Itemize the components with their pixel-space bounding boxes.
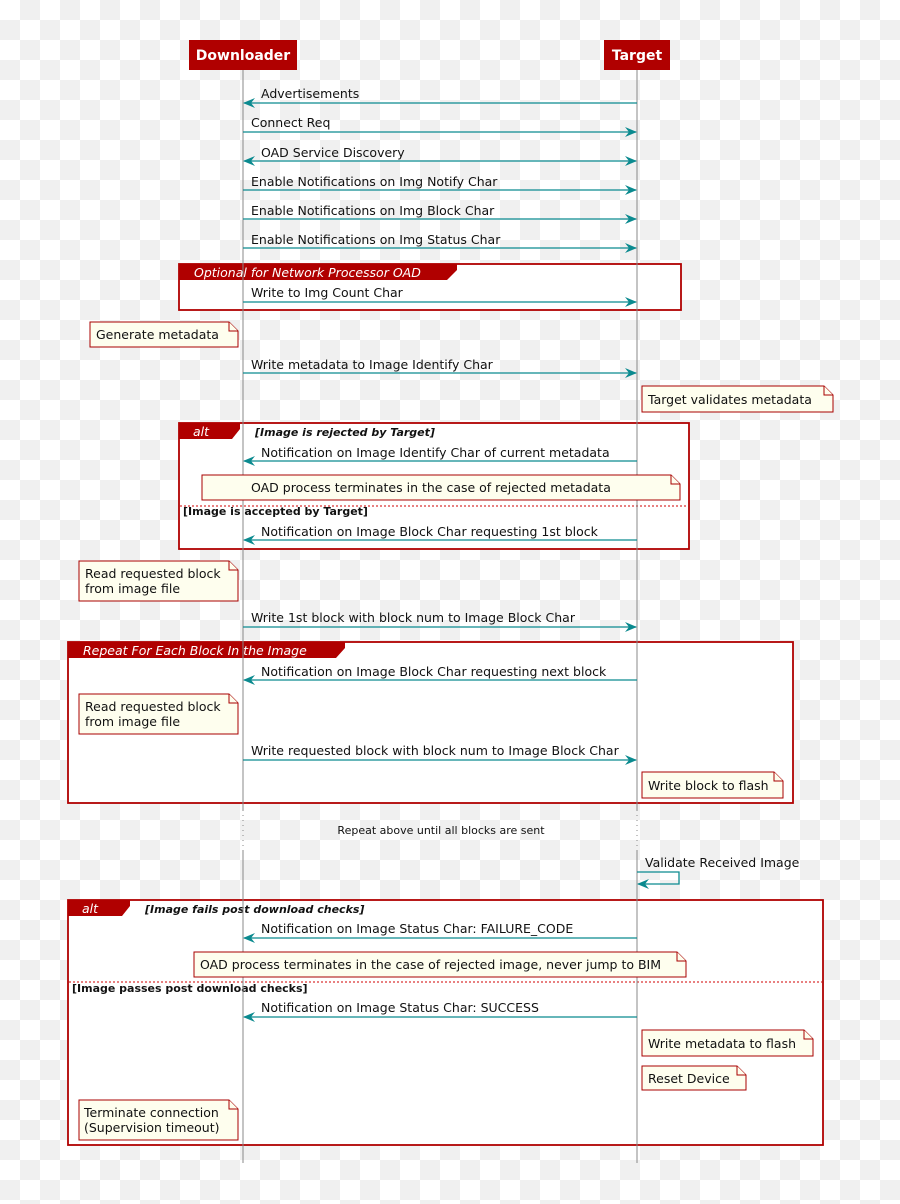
note-read-block-1: Read requested block from image file [78, 560, 239, 602]
message-label: Notification on Image Identify Char of c… [261, 445, 610, 460]
message-label: Notification on Image Status Char: SUCCE… [261, 1000, 539, 1015]
message-write-requested-block: Write requested block with block num to … [243, 743, 637, 765]
alt-label: alt [193, 424, 210, 439]
note-text: OAD process terminates in the case of re… [251, 480, 611, 495]
message-label: Write metadata to Image Identify Char [251, 357, 494, 372]
note-text: Generate metadata [96, 327, 219, 342]
note-text: from image file [85, 714, 180, 729]
note-terminate-connection: Terminate connection (Supervision timeou… [78, 1099, 239, 1141]
alt-condition-rejected: [Image is rejected by Target] [254, 426, 435, 439]
note-read-block-2: Read requested block from image file [78, 693, 239, 735]
message-notif-block-first: Notification on Image Block Char request… [243, 524, 637, 545]
note-text: Write metadata to flash [648, 1036, 796, 1051]
message-label: Notification on Image Block Char request… [261, 524, 599, 539]
message-label: Enable Notifications on Img Notify Char [251, 174, 498, 189]
note-write-block-flash: Write block to flash [641, 771, 784, 799]
participant-downloader: Downloader [189, 40, 297, 70]
note-text: OAD process terminates in the case of re… [200, 957, 661, 972]
message-label: Validate Received Image [645, 855, 800, 870]
message-label: OAD Service Discovery [261, 145, 405, 160]
note-text: Write block to flash [648, 778, 769, 793]
participant-label: Target [612, 48, 663, 64]
message-write-first-block: Write 1st block with block num to Image … [243, 610, 637, 632]
message-label: Enable Notifications on Img Block Char [251, 203, 495, 218]
note-text: from image file [85, 581, 180, 596]
message-label: Connect Req [251, 115, 330, 130]
note-terminate-rejected-image: OAD process terminates in the case of re… [193, 951, 687, 978]
note-text: Terminate connection [83, 1105, 219, 1120]
alt-condition-accepted: [Image is accepted by Target] [183, 505, 368, 518]
note-text: Target validates metadata [647, 392, 812, 407]
message-enable-status: Enable Notifications on Img Status Char [243, 232, 637, 253]
message-label: Notification on Image Block Char request… [261, 664, 607, 679]
participant-label: Downloader [196, 48, 291, 64]
message-advertisements: Advertisements [243, 86, 637, 108]
note-text: (Supervision timeout) [84, 1120, 220, 1135]
delay-label: Repeat above until all blocks are sent [337, 824, 545, 837]
loop-label: Repeat For Each Block In the Image [83, 643, 307, 658]
message-enable-notify: Enable Notifications on Img Notify Char [243, 174, 637, 195]
alt-label: alt [82, 901, 99, 916]
message-label: Notification on Image Status Char: FAILU… [261, 921, 573, 936]
message-enable-block: Enable Notifications on Img Block Char [243, 203, 637, 224]
message-label: Write requested block with block num to … [251, 743, 620, 758]
note-terminate-rejected-metadata: OAD process terminates in the case of re… [201, 474, 681, 501]
message-label: Write to Img Count Char [251, 285, 404, 300]
message-service-discovery: OAD Service Discovery [243, 145, 637, 166]
participant-target: Target [604, 40, 670, 70]
note-reset-device: Reset Device [641, 1065, 747, 1091]
alt-condition-fails: [Image fails post download checks] [144, 903, 364, 916]
note-text: Read requested block [85, 566, 221, 581]
sequence-diagram: Optional for Network Processor OAD alt [… [67, 40, 834, 1163]
message-validate-image: Validate Received Image [637, 855, 800, 889]
message-connect-req: Connect Req [243, 115, 637, 137]
message-label: Enable Notifications on Img Status Char [251, 232, 501, 247]
message-notif-block-next: Notification on Image Block Char request… [243, 664, 637, 685]
message-write-metadata: Write metadata to Image Identify Char [243, 357, 637, 378]
message-label: Advertisements [261, 86, 359, 101]
note-text: Read requested block [85, 699, 221, 714]
note-generate-metadata: Generate metadata [89, 321, 239, 348]
note-text: Reset Device [648, 1071, 730, 1086]
message-label: Write 1st block with block num to Image … [251, 610, 576, 625]
frame-optional-label: Optional for Network Processor OAD [194, 265, 421, 280]
message-notif-identify: Notification on Image Identify Char of c… [243, 445, 637, 466]
note-write-metadata-flash: Write metadata to flash [641, 1029, 814, 1057]
note-target-validates: Target validates metadata [641, 385, 834, 413]
alt-condition-passes: [Image passes post download checks] [72, 982, 308, 995]
